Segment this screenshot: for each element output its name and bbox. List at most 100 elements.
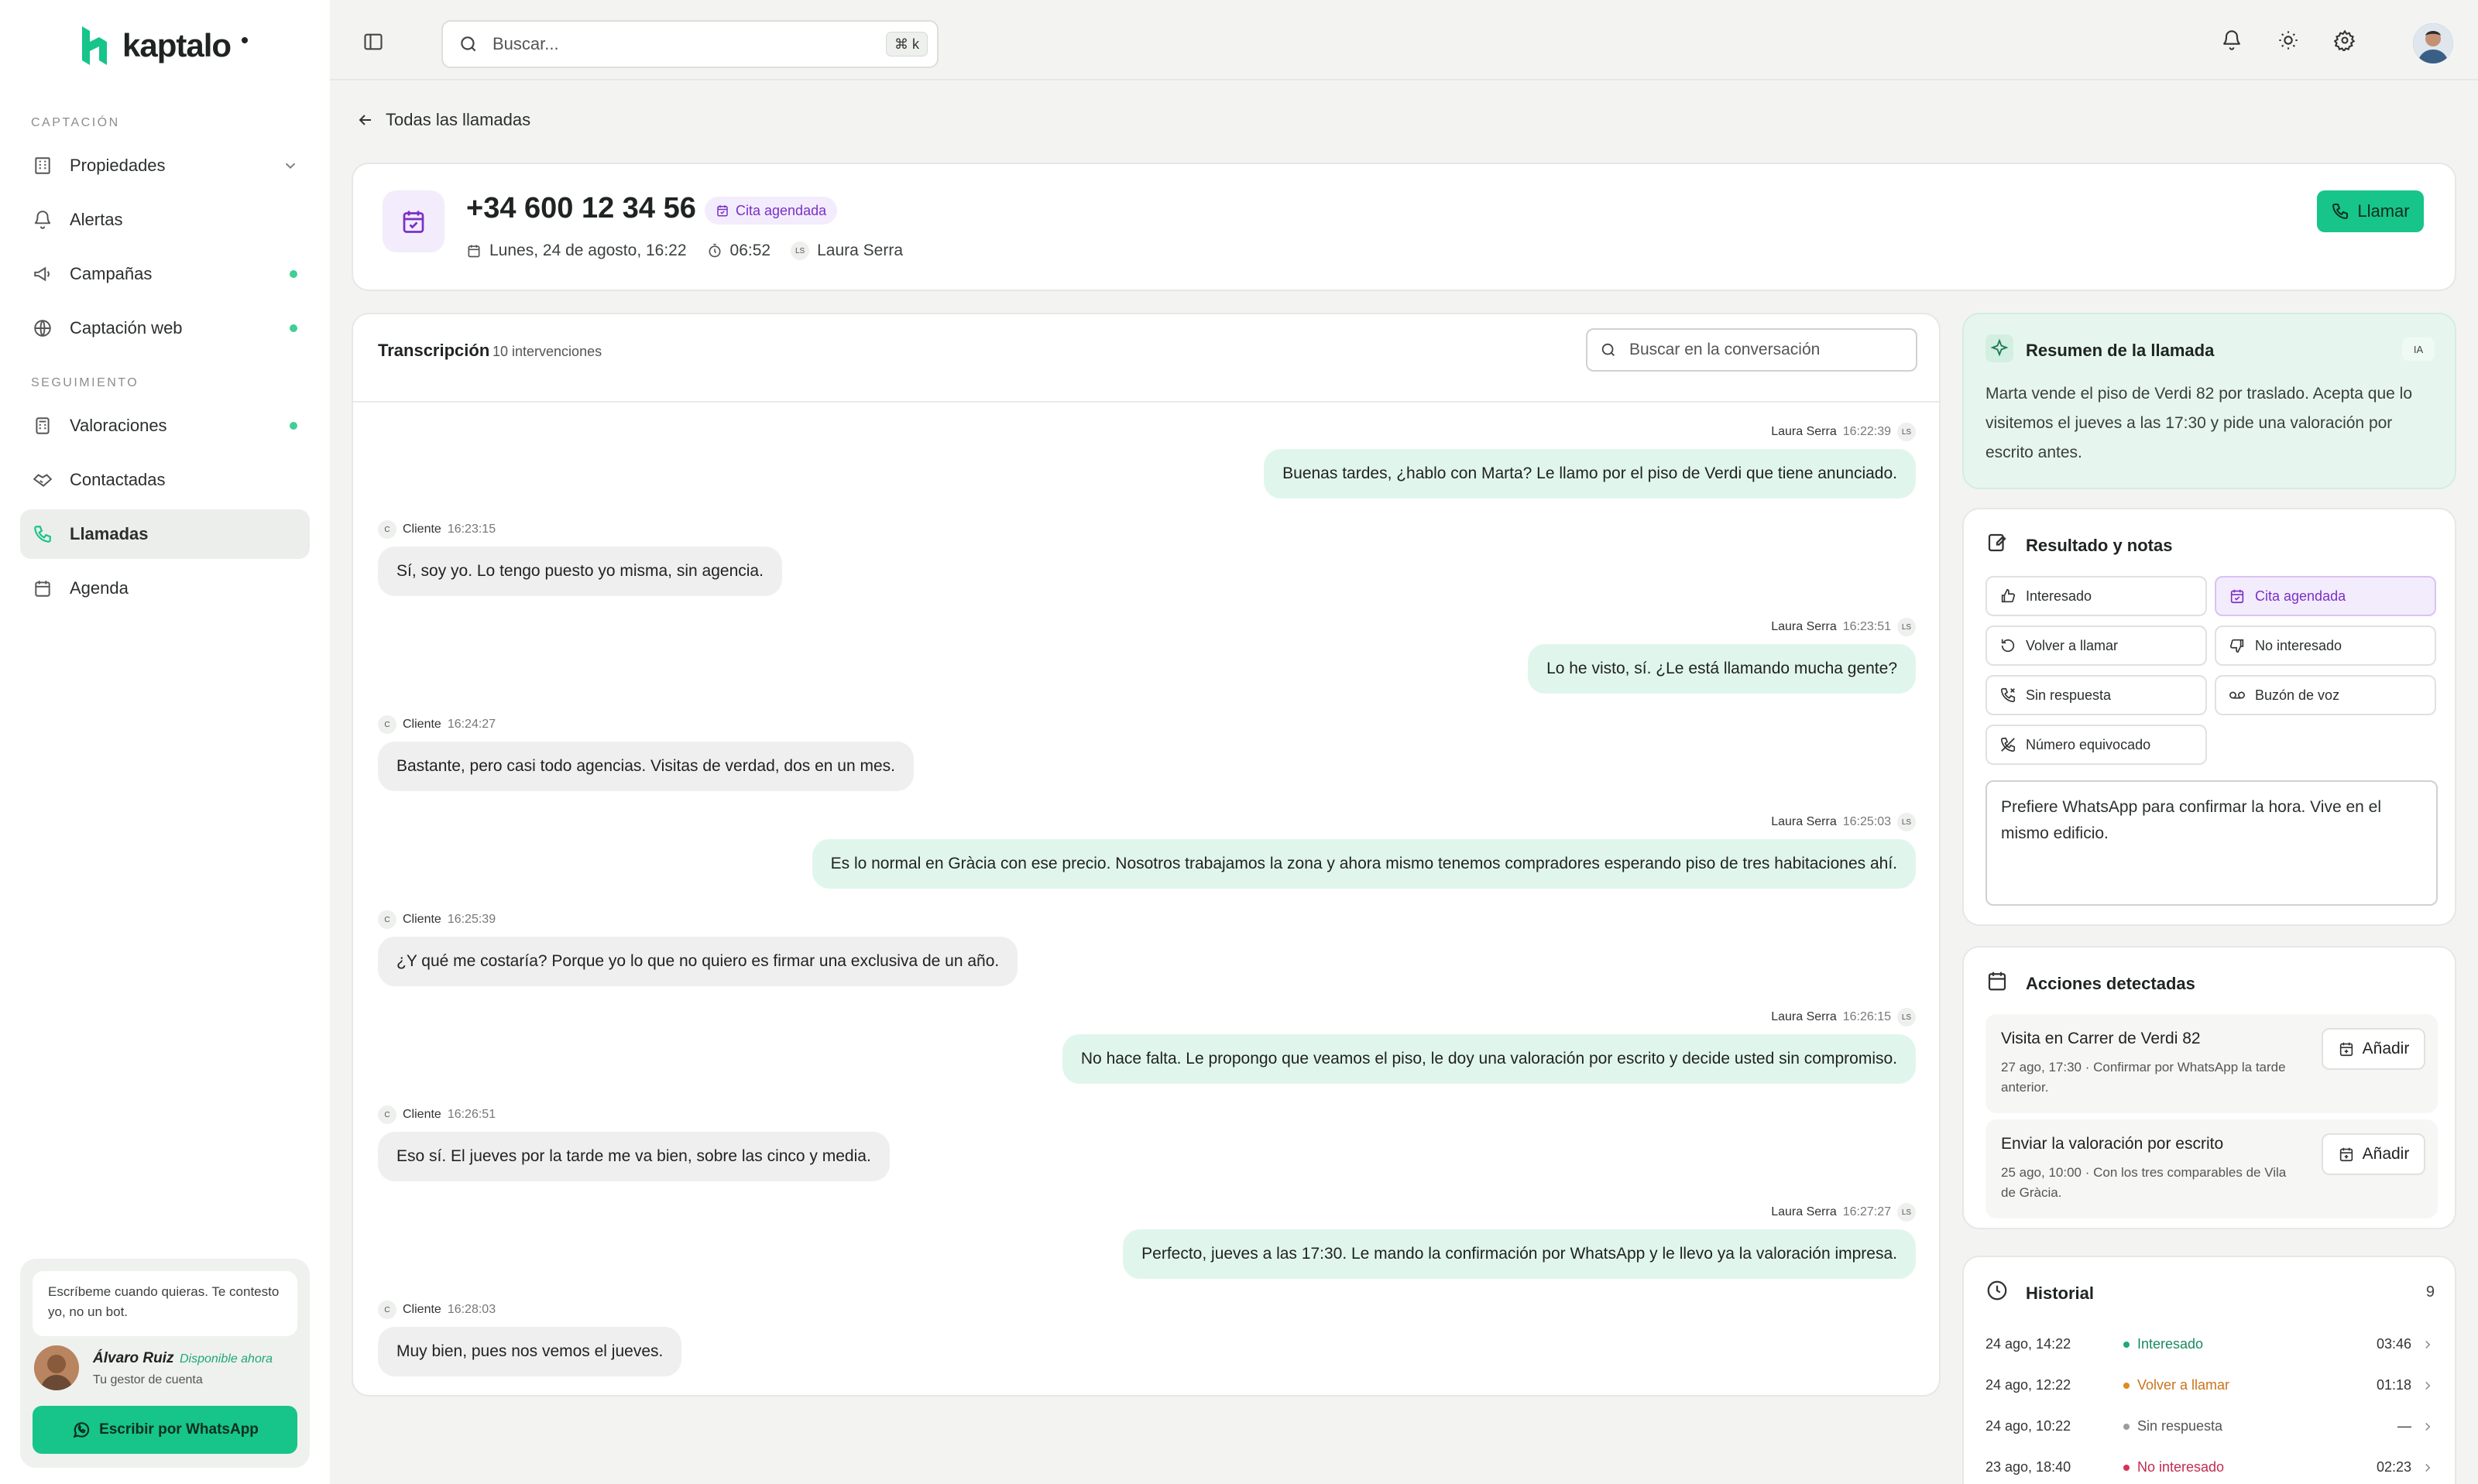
speaker-initials: C [378,910,396,929]
outcome-label: No interesado [2255,637,2342,653]
message-client: C Cliente 16:26:51 Eso sí. El jueves por l… [378,1105,890,1181]
calendar-check-icon [716,204,729,218]
sidebar: kaptalo CAPTACIÓN Propiedades Alertas Ca… [0,0,330,1484]
outcome-label: Cita agendada [2255,588,2346,604]
calendar-check-icon [2229,588,2246,605]
speaker: Cliente [403,1303,441,1316]
kaptalo-logo-icon [82,26,107,65]
back-link[interactable]: Todas las llamadas [356,110,530,130]
timestamp: 16:23:15 [447,523,496,536]
sidebar-item-alertas[interactable]: Alertas [20,195,310,245]
actions-title: Acciones detectadas [2026,974,2195,993]
keyboard-shortcut: ⌘ k [885,32,928,57]
sidebar-item-label: Campañas [70,264,153,283]
result-title: Resultado y notas [2026,536,2173,555]
history-row[interactable]: 23 ago, 18:40 No interesado 02:23 [1985,1451,2435,1482]
global-search-input[interactable]: Buscar... ⌘ k [441,20,939,68]
calendar-icon [466,243,482,259]
sidebar-item-propiedades[interactable]: Propiedades [20,141,310,190]
outcome-interesado[interactable]: Interesado [1985,576,2207,616]
speaker: Laura Serra [1771,1205,1837,1218]
call-phone-number: +34 600 12 34 56 [466,192,696,224]
help-message: Escríbeme cuando quieras. Te contesto yo… [33,1271,297,1336]
summary-title: Resumen de la llamada [2026,341,2215,360]
outcome-label: Número equivocado [2026,736,2151,752]
chevron-down-icon[interactable] [282,157,299,174]
sidebar-item-llamadas[interactable]: Llamadas [20,509,310,559]
outcome-numero-equivocado[interactable]: Número equivocado [1985,725,2207,765]
add-action-button[interactable]: Añadir [2322,1133,2425,1175]
sidebar-item-label: Propiedades [70,156,166,175]
outcome-cita-agendada[interactable]: Cita agendada [2215,576,2436,616]
status-badge-label: Cita agendada [736,202,827,218]
transcript-card: Transcripción 10 intervenciones Buscar e… [352,313,1941,1397]
history-status: Sin respuesta [2137,1418,2223,1434]
status-dot [2123,1464,2130,1471]
whatsapp-button[interactable]: Escribir por WhatsApp [33,1406,297,1454]
timestamp: 16:27:27 [1842,1205,1891,1218]
history-row[interactable]: 24 ago, 14:22 Interesado 03:46 [1985,1328,2435,1359]
action-desc: 27 ago, 17:30 · Confirmar por WhatsApp l… [2001,1060,2286,1095]
add-action-button[interactable]: Añadir [2322,1028,2425,1070]
call-button[interactable]: Llamar [2317,190,2424,232]
history-card: Historial 9 24 ago, 14:22 Interesado 03:… [1962,1256,2456,1484]
voicemail-icon [2229,687,2246,704]
outcome-sin-respuesta[interactable]: Sin respuesta [1985,675,2207,715]
action-desc: 25 ago, 10:00 · Con los tres comparables… [2001,1165,2287,1200]
phone-missed-icon [1999,687,2016,704]
outcome-no-interesado[interactable]: No interesado [2215,625,2436,666]
stopwatch-icon [707,243,722,259]
search-icon [1600,341,1617,358]
avatar [34,1345,79,1390]
chevron-right-icon [2421,1338,2435,1352]
arrow-left-icon [356,111,375,129]
history-row[interactable]: 24 ago, 12:22 Volver a llamar 01:18 [1985,1369,2435,1400]
speaker: Laura Serra [1771,1010,1837,1023]
sparkles-icon [1985,334,2013,362]
history-title: Historial [2026,1284,2095,1303]
status-dot [290,324,297,332]
timestamp: 16:28:03 [447,1303,496,1316]
outcome-volver-a-llamar[interactable]: Volver a llamar [1985,625,2207,666]
history-duration: — [2397,1418,2411,1434]
brand-logo[interactable]: kaptalo [81,25,249,67]
notes-textarea[interactable]: Prefiere WhatsApp para confirmar la hora… [1985,780,2438,906]
calendar-check-icon [383,190,444,252]
sidebar-item-captacion-web[interactable]: Captación web [20,303,310,353]
sidebar-item-agenda[interactable]: Agenda [20,564,310,613]
outcome-buzon-de-voz[interactable]: Buzón de voz [2215,675,2436,715]
globe-icon [31,317,54,340]
notifications-bell-icon[interactable] [2221,29,2243,51]
search-icon [458,34,479,54]
ia-badge: IA [2402,338,2435,361]
megaphone-icon [31,262,54,286]
topbar: Buscar... ⌘ k [330,0,2478,81]
account-manager-card: Escríbeme cuando quieras. Te contesto yo… [20,1259,310,1468]
history-row[interactable]: 24 ago, 10:22 Sin respuesta — [1985,1410,2435,1441]
history-status: No interesado [2137,1459,2225,1475]
outcome-label: Volver a llamar [2026,637,2119,653]
speaker-initials: LS [1897,618,1916,636]
back-link-label: Todas las llamadas [386,110,531,129]
theme-sun-icon[interactable] [2277,29,2299,51]
speaker: Laura Serra [1771,425,1837,438]
transcript-search-input[interactable]: Buscar en la conversación [1586,328,1917,372]
sidebar-item-campanas[interactable]: Campañas [20,249,310,299]
speaker: Cliente [403,523,441,536]
sidebar-item-contactadas[interactable]: Contactadas [20,455,310,505]
speaker-initials: LS [1897,1008,1916,1026]
sidebar-item-label: Llamadas [70,524,149,543]
call-summary-card: Resumen de la llamada IA Marta vende el … [1962,313,2456,489]
message-bubble: Lo he visto, sí. ¿Le está llamando mucha… [1528,644,1916,694]
detected-actions-card: Acciones detectadas Visita en Carrer de … [1962,946,2456,1229]
sidebar-toggle-icon[interactable] [362,31,384,53]
search-placeholder: Buscar... [493,34,559,53]
user-avatar[interactable] [2413,23,2453,63]
sidebar-item-label: Valoraciones [70,416,167,435]
settings-gear-icon[interactable] [2334,29,2356,51]
outcome-label: Sin respuesta [2026,687,2112,703]
sidebar-item-valoraciones[interactable]: Valoraciones [20,401,310,451]
message-client: C Cliente 16:24:27 Bastante, pero casi tod… [378,715,915,791]
transcript-search-placeholder: Buscar en la conversación [1629,341,1821,358]
agent-initials: LS [791,242,810,260]
